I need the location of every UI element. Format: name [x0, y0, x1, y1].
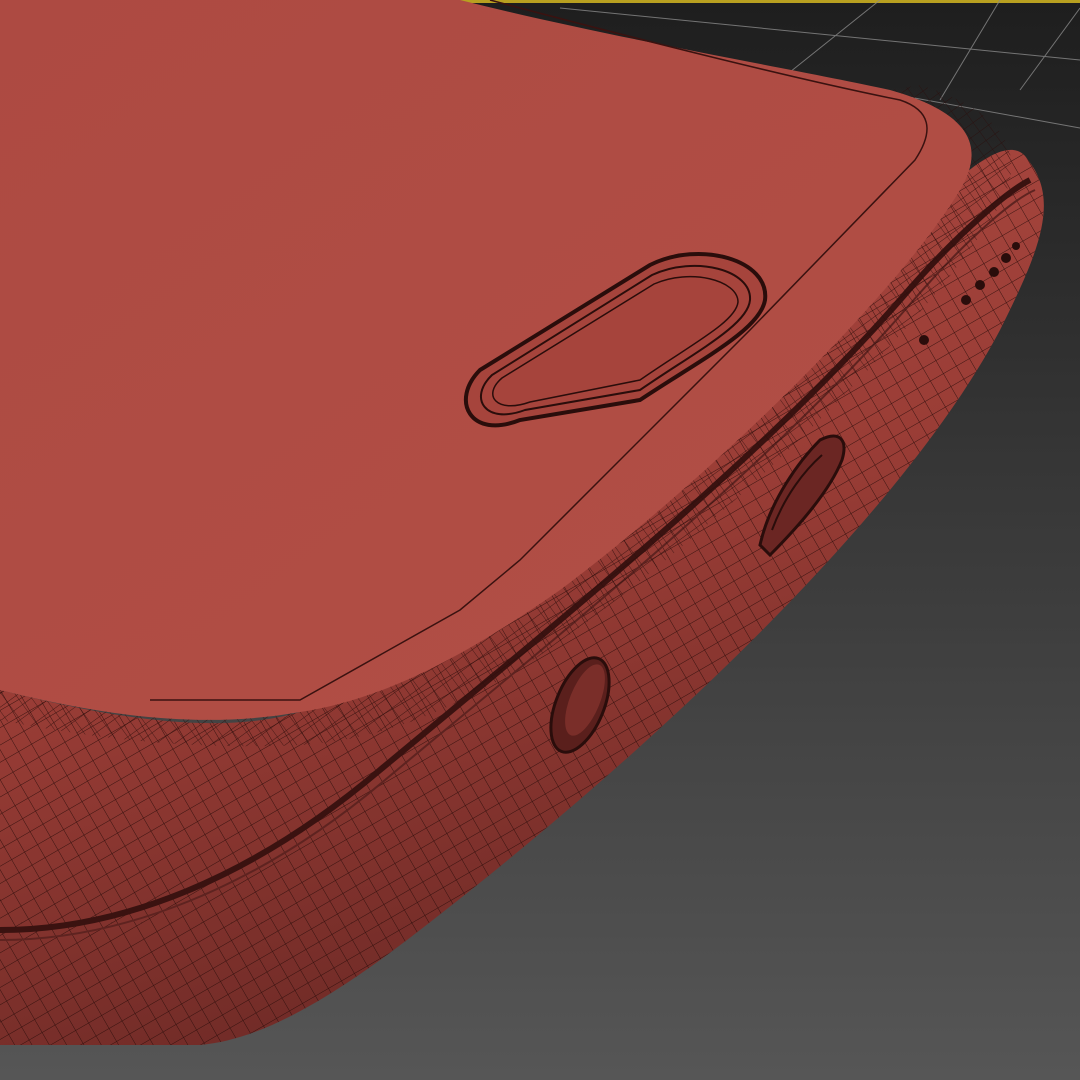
3d-viewport[interactable]: [0, 0, 1080, 1080]
microphone-hole: [919, 335, 929, 345]
viewport-canvas[interactable]: [0, 0, 1080, 1080]
